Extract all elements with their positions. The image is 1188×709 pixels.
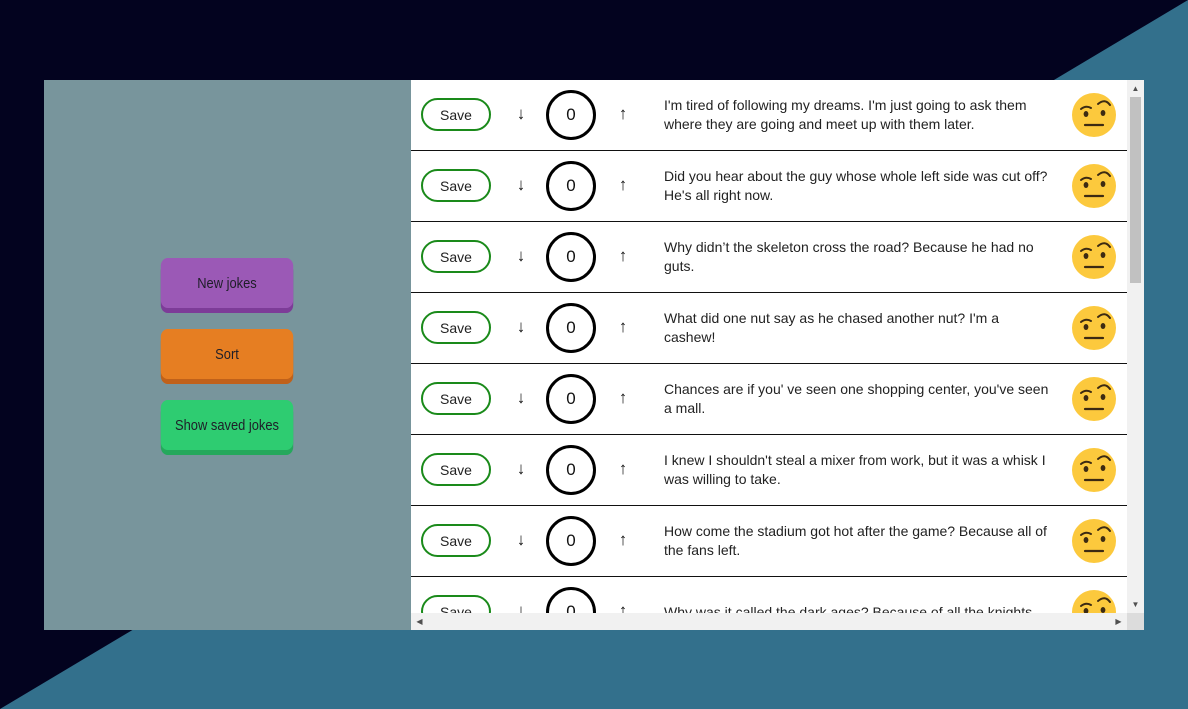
vote-count: 0: [546, 161, 596, 211]
sort-button[interactable]: Sort: [160, 329, 294, 379]
upvote-arrow-icon[interactable]: ↑: [612, 103, 634, 125]
vote-count: 0: [546, 516, 596, 566]
scroll-down-arrow-icon[interactable]: ▼: [1127, 596, 1144, 613]
upvote-arrow-icon[interactable]: ↑: [612, 245, 634, 267]
joke-text: I'm tired of following my dreams. I'm ju…: [664, 97, 1027, 132]
downvote-arrow-icon[interactable]: ↓: [510, 387, 532, 409]
scroll-left-arrow-icon[interactable]: ◀: [411, 613, 428, 630]
show-saved-jokes-button[interactable]: Show saved jokes: [160, 400, 294, 450]
jokes-panel[interactable]: Save ↓ 0 ↑ I'm tired of following my dre…: [411, 80, 1144, 630]
joke-text: Chances are if you' ve seen one shopping…: [664, 381, 1049, 416]
upvote-arrow-icon[interactable]: ↑: [612, 174, 634, 196]
downvote-arrow-icon[interactable]: ↓: [510, 103, 532, 125]
joke-text: I knew I shouldn't steal a mixer from wo…: [664, 452, 1046, 487]
upvote-arrow-icon[interactable]: ↑: [612, 316, 634, 338]
joke-row: Save ↓ 0 ↑ Why didn’t the skeleton cross…: [411, 222, 1127, 293]
vote-count: 0: [546, 90, 596, 140]
save-button[interactable]: Save: [421, 524, 491, 557]
joke-row: Save ↓ 0 ↑ What did one nut say as he ch…: [411, 293, 1127, 364]
joke-row: Save ↓ 0 ↑ I knew I shouldn't steal a mi…: [411, 435, 1127, 506]
vertical-scrollbar[interactable]: ▲ ▼: [1127, 80, 1144, 613]
downvote-arrow-icon[interactable]: ↓: [510, 529, 532, 551]
face-with-raised-eyebrow-icon: [1072, 164, 1116, 208]
scroll-up-arrow-icon[interactable]: ▲: [1127, 80, 1144, 97]
vote-count: 0: [546, 445, 596, 495]
vote-count: 0: [546, 374, 596, 424]
upvote-arrow-icon[interactable]: ↑: [612, 529, 634, 551]
sidebar: New jokes Sort Show saved jokes: [44, 80, 411, 630]
jokes-app: New jokes Sort Show saved jokes Save ↓ 0…: [44, 80, 1144, 630]
save-button[interactable]: Save: [421, 311, 491, 344]
save-button[interactable]: Save: [421, 382, 491, 415]
downvote-arrow-icon[interactable]: ↓: [510, 245, 532, 267]
new-jokes-button[interactable]: New jokes: [160, 258, 294, 308]
downvote-arrow-icon[interactable]: ↓: [510, 174, 532, 196]
face-with-raised-eyebrow-icon: [1072, 93, 1116, 137]
joke-row: Save ↓ 0 ↑ Chances are if you' ve seen o…: [411, 364, 1127, 435]
joke-text: Why didn’t the skeleton cross the road? …: [664, 239, 1034, 274]
vote-count: 0: [546, 232, 596, 282]
face-with-raised-eyebrow-icon: [1072, 377, 1116, 421]
joke-text: How come the stadium got hot after the g…: [664, 523, 1047, 558]
scroll-right-arrow-icon[interactable]: ▶: [1110, 613, 1127, 630]
save-button[interactable]: Save: [421, 169, 491, 202]
vote-count: 0: [546, 303, 596, 353]
save-button[interactable]: Save: [421, 240, 491, 273]
upvote-arrow-icon[interactable]: ↑: [612, 387, 634, 409]
joke-text: Did you hear about the guy whose whole l…: [664, 168, 1048, 203]
joke-row: Save ↓ 0 ↑ Did you hear about the guy wh…: [411, 151, 1127, 222]
joke-text: What did one nut say as he chased anothe…: [664, 310, 999, 345]
joke-list: Save ↓ 0 ↑ I'm tired of following my dre…: [411, 80, 1127, 630]
face-with-raised-eyebrow-icon: [1072, 306, 1116, 350]
joke-row: Save ↓ 0 ↑ How come the stadium got hot …: [411, 506, 1127, 577]
downvote-arrow-icon[interactable]: ↓: [510, 458, 532, 480]
save-button[interactable]: Save: [421, 453, 491, 486]
save-button[interactable]: Save: [421, 98, 491, 131]
face-with-raised-eyebrow-icon: [1072, 448, 1116, 492]
face-with-raised-eyebrow-icon: [1072, 235, 1116, 279]
face-with-raised-eyebrow-icon: [1072, 519, 1116, 563]
downvote-arrow-icon[interactable]: ↓: [510, 316, 532, 338]
horizontal-scrollbar[interactable]: ◀ ▶: [411, 613, 1127, 630]
upvote-arrow-icon[interactable]: ↑: [612, 458, 634, 480]
vertical-scroll-thumb[interactable]: [1130, 97, 1141, 283]
scrollbar-corner: [1127, 613, 1144, 630]
joke-row: Save ↓ 0 ↑ I'm tired of following my dre…: [411, 80, 1127, 151]
